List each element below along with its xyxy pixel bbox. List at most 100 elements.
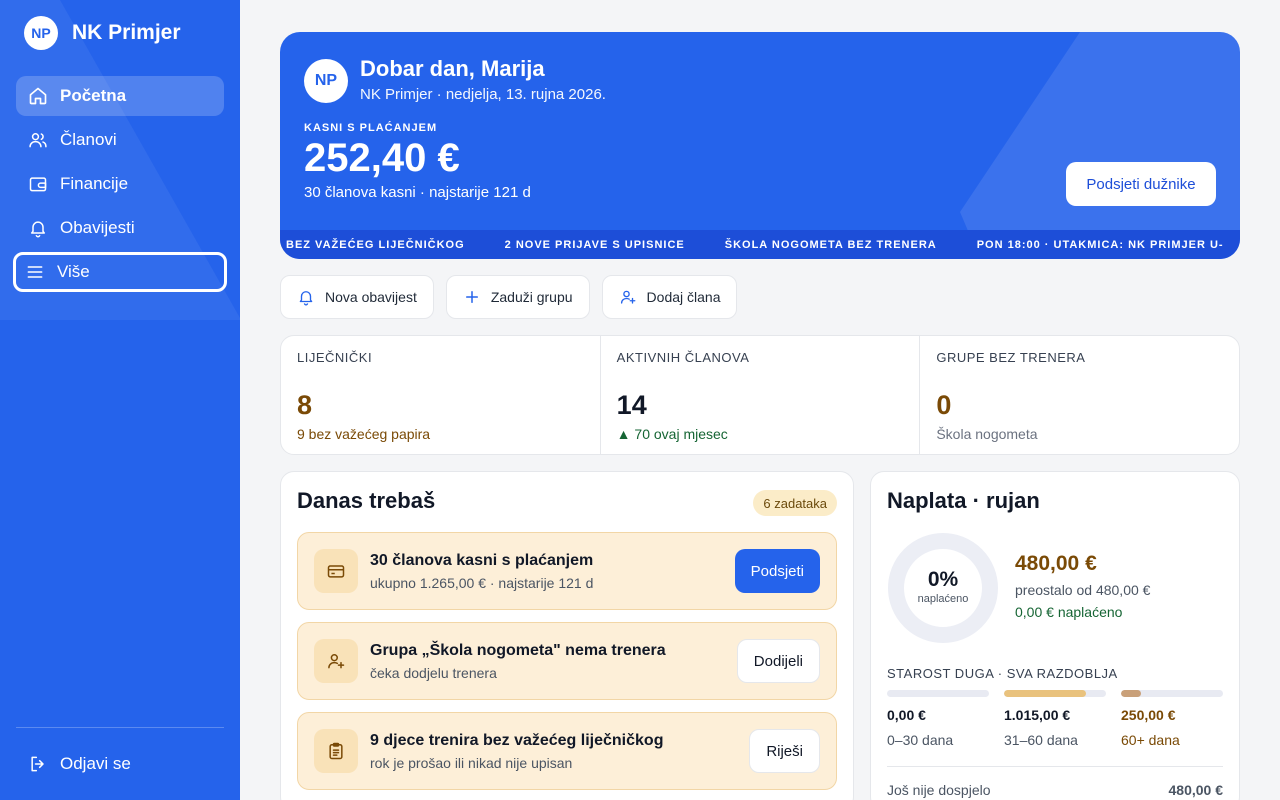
stat-value: 14 <box>616 390 647 420</box>
sidebar-nav: Početna Članovi Financije Obavijesti Viš… <box>13 76 227 296</box>
quick-actions: Nova obavijest Zaduži grupu Dodaj člana <box>280 275 738 319</box>
resolve-button[interactable]: Riješi <box>749 729 820 773</box>
hero-decoration <box>960 32 1240 259</box>
hero-banner: NP Dobar dan, Marija NK Primjer · nedjel… <box>280 32 1240 259</box>
billing-panel: Naplata · rujan 0% naplaćeno 480,00 € pr… <box>870 471 1240 800</box>
stat-subtext: 9 bez važećeg papira <box>297 426 431 442</box>
aging-bar-fill <box>1121 690 1142 697</box>
ticker-item[interactable]: BEZ VAŽEĆEG LIJEČNIČKOG <box>286 239 465 251</box>
sidebar-item-label: Više <box>57 262 90 281</box>
aging-bucket: 0,00 € 0–30 dana <box>887 690 989 748</box>
billing-title: Naplata · rujan <box>887 488 1040 513</box>
sidebar-item-pocetna[interactable]: Početna <box>16 76 224 116</box>
remind-debtors-button[interactable]: Podsjeti dužnike <box>1066 162 1216 206</box>
ticker-item[interactable]: ŠKOLA NOGOMETA BEZ TRENERA <box>725 239 937 251</box>
sidebar-item-financije[interactable]: Financije <box>16 164 224 204</box>
sidebar-item-vise[interactable]: Više <box>13 252 227 292</box>
debt-aging-label: STAROST DUGA · SVA RAZDOBLJA <box>887 666 1118 681</box>
aging-bar <box>1004 690 1106 697</box>
task-subtitle: čeka dodjelu trenera <box>370 665 497 681</box>
clipboard-icon <box>314 729 358 773</box>
aging-range: 0–30 dana <box>887 732 954 748</box>
task-title: 9 djece trenira bez važećeg liječničkog <box>370 732 664 749</box>
ticker-item[interactable]: 2 NOVE PRIJAVE S UPISNICE <box>505 239 685 251</box>
ticker-item[interactable]: PON 18:00 · UTAKMICA: NK PRIMJER U- <box>977 239 1224 251</box>
users-icon <box>29 133 47 148</box>
sidebar-item-clanovi[interactable]: Članovi <box>16 120 224 160</box>
tasks-panel: Danas trebaš 6 zadataka 30 članova kasni… <box>280 471 854 800</box>
logout-button[interactable]: Odjavi se <box>16 744 224 784</box>
assign-button[interactable]: Dodijeli <box>736 639 820 683</box>
add-member-button[interactable]: Dodaj člana <box>601 275 738 319</box>
stat-active-members[interactable]: AKTIVNIH ČLANOVA 14 ▲ 70 ovaj mjesec <box>601 336 921 454</box>
stats-card: LIJEČNIČKI 8 9 bez važećeg papira AKTIVN… <box>280 335 1240 455</box>
charge-group-button[interactable]: Zaduži grupu <box>445 275 590 319</box>
sidebar-divider <box>16 727 224 728</box>
collection-percent-label: naplaćeno <box>917 593 969 605</box>
not-due-label: Još nije dospjelo <box>887 782 991 798</box>
bell-icon <box>31 221 45 238</box>
plus-icon <box>465 291 478 303</box>
late-payments-amount: 252,40 € <box>304 136 460 180</box>
greeting: Dobar dan, Marija <box>360 56 545 81</box>
task-title: 30 članova kasni s plaćanjem <box>370 552 594 569</box>
aging-bar-fill <box>1004 690 1086 697</box>
new-notice-button[interactable]: Nova obavijest <box>280 275 434 319</box>
wallet-icon <box>29 177 47 192</box>
logout-icon <box>31 756 44 772</box>
aging-bucket: 250,00 € 60+ dana <box>1121 690 1223 748</box>
tasks-count-badge: 6 zadataka <box>753 490 837 516</box>
remind-button[interactable]: Podsjeti <box>734 549 820 593</box>
stat-label: LIJEČNIČKI <box>297 350 373 365</box>
sidebar-item-obavijesti[interactable]: Obavijesti <box>16 208 224 248</box>
task-title: Grupa „Škola nogometa" nema trenera <box>370 642 666 659</box>
task-item: 9 djece trenira bez važećeg liječničkog … <box>297 712 837 790</box>
aging-bar <box>887 690 989 697</box>
stat-label: GRUPE BEZ TRENERA <box>936 350 1086 365</box>
sidebar-item-label: Financije <box>60 174 129 193</box>
aging-range: 60+ dana <box>1121 732 1180 748</box>
add-member-label: Dodaj člana <box>646 289 721 305</box>
collected-text: 0,00 € naplaćeno <box>1015 604 1123 620</box>
charge-group-label: Zaduži grupu <box>490 289 573 305</box>
bell-icon <box>299 291 313 306</box>
aging-bucket: 1.015,00 € 31–60 dana <box>1004 690 1106 748</box>
new-notice-label: Nova obavijest <box>325 289 417 305</box>
logout-label: Odjavi se <box>60 754 131 773</box>
tasks-title: Danas trebaš <box>297 488 436 513</box>
greeting-subtitle: NK Primjer · nedjelja, 13. rujna 2026. <box>360 86 606 103</box>
brand[interactable]: NP NK Primjer <box>24 16 181 50</box>
user-plus-icon <box>620 290 635 304</box>
home-icon <box>29 87 47 105</box>
card-icon <box>314 549 358 593</box>
task-item: 30 članova kasni s plaćanjem ukupno 1.26… <box>297 532 837 610</box>
sidebar-item-label: Obavijesti <box>60 218 135 237</box>
stat-label: AKTIVNIH ČLANOVA <box>616 350 750 365</box>
remaining-amount: 480,00 € <box>1015 552 1097 575</box>
aging-amount: 0,00 € <box>887 707 926 723</box>
menu-icon <box>27 266 43 278</box>
task-subtitle: ukupno 1.265,00 € · najstarije 121 d <box>370 575 594 591</box>
stat-value: 8 <box>297 390 313 420</box>
stat-subtext: ▲ 70 ovaj mjesec <box>616 426 728 442</box>
sidebar-item-label: Početna <box>60 86 127 105</box>
brand-name: NK Primjer <box>72 21 181 44</box>
news-ticker: BEZ VAŽEĆEG LIJEČNIČKOG 2 NOVE PRIJAVE S… <box>280 230 1240 259</box>
user-plus-icon <box>314 639 358 683</box>
club-logo: NP <box>24 16 58 50</box>
aging-amount: 250,00 € <box>1121 707 1176 723</box>
stat-subtext: Škola nogometa <box>936 426 1038 442</box>
billing-divider <box>887 766 1223 767</box>
aging-bar <box>1121 690 1223 697</box>
stat-groups-without-coach[interactable]: GRUPE BEZ TRENERA 0 Škola nogometa <box>920 336 1239 454</box>
stat-medical[interactable]: LIJEČNIČKI 8 9 bez važećeg papira <box>281 336 601 454</box>
task-item: Grupa „Škola nogometa" nema trenera čeka… <box>297 622 837 700</box>
not-due-amount: 480,00 € <box>1168 782 1224 798</box>
remaining-text: preostalo od 480,00 € <box>1015 582 1151 598</box>
aging-amount: 1.015,00 € <box>1004 707 1071 723</box>
late-payments-label: KASNI S PLAĆANJEM <box>304 122 438 134</box>
task-subtitle: rok je prošao ili nikad nije upisan <box>370 755 573 771</box>
aging-range: 31–60 dana <box>1004 732 1078 748</box>
club-avatar: NP <box>304 59 348 103</box>
stat-value: 0 <box>936 390 952 420</box>
